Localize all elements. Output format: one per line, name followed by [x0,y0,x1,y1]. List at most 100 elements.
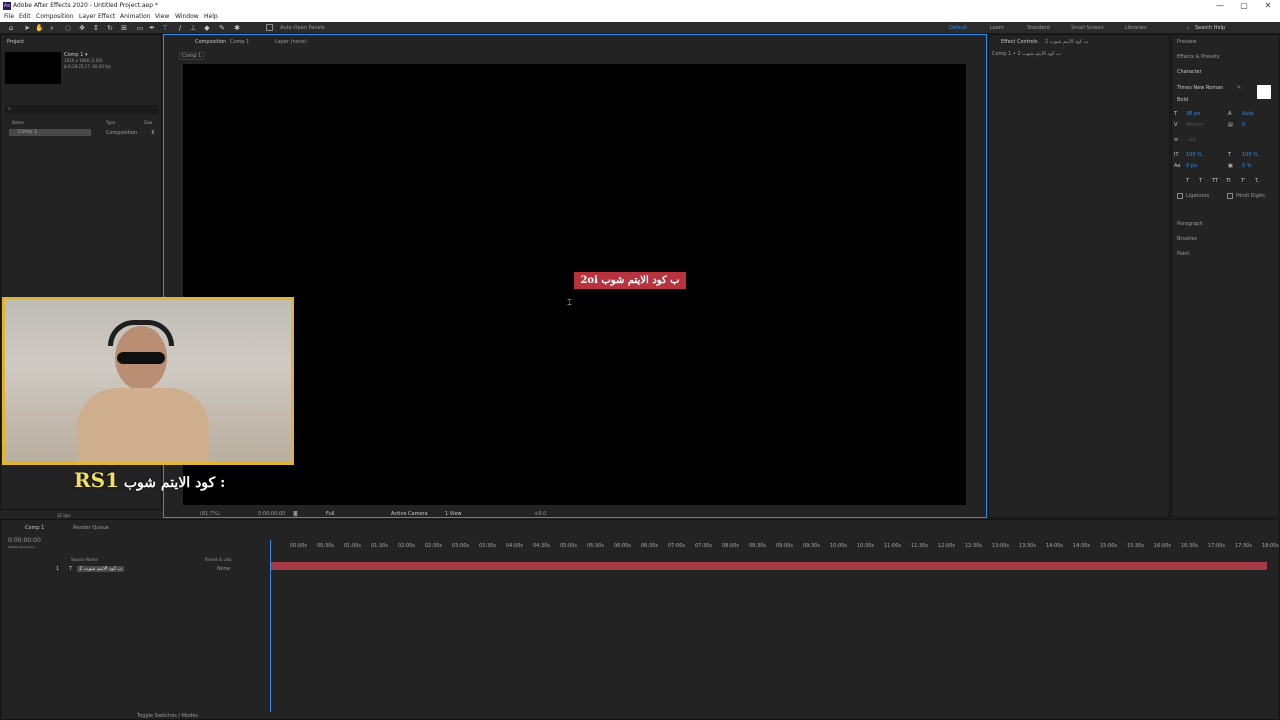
fill-color-swatch[interactable] [1257,85,1271,99]
timeline-tick: 14:00s [1046,543,1064,549]
menu-file[interactable]: File [4,12,14,22]
search-help-icon[interactable]: ⌕ [1187,24,1190,32]
hand-tool-icon[interactable]: ✋ [35,24,44,32]
comp-breadcrumb[interactable]: Comp 1 [179,52,205,60]
zoom-tool-icon[interactable]: ⌕ [48,24,56,32]
baseline-shift-value[interactable]: 0 px [1186,163,1197,169]
font-family-dropdown[interactable]: Times New Roman [1177,85,1223,91]
kerning-value[interactable]: Metrics [1186,122,1204,128]
subscript-button[interactable]: T, [1255,178,1260,184]
maximize-button[interactable]: ▢ [1234,0,1254,12]
snapshot-icon[interactable]: ◙ [293,511,298,517]
menu-layer[interactable]: Layer [79,12,96,22]
toggle-switches-modes[interactable]: Toggle Switches / Modes [137,713,198,719]
eraser-tool-icon[interactable]: ◆ [203,24,211,32]
column-name[interactable]: Name [12,120,24,125]
clone-stamp-icon[interactable]: ⊥ [189,24,197,32]
hindi-digits-checkbox[interactable] [1227,193,1233,199]
pen-tool-icon[interactable]: ✒ [148,24,156,32]
layer-name[interactable]: ب كود الايتم شوب 2 [77,566,125,572]
faux-italic-button[interactable]: T [1199,178,1202,184]
character-panel-header[interactable]: Character [1177,69,1202,75]
parent-dropdown[interactable]: None [217,566,230,572]
all-caps-button[interactable]: TT [1212,178,1218,184]
anchor-tool-icon[interactable]: ⊞ [120,24,128,32]
ligatures-checkbox[interactable] [1177,193,1183,199]
search-help-input[interactable]: Search Help [1195,24,1225,32]
kerning-icon: V [1174,122,1178,128]
column-size[interactable]: Size [144,120,152,125]
home-icon[interactable]: ⌂ [7,24,15,32]
workspace-standard[interactable]: Standard [1027,24,1050,32]
font-size-value[interactable]: 36 px [1186,111,1200,117]
tab-timeline-comp[interactable]: Comp 1 [25,525,44,531]
menu-view[interactable]: View [155,12,169,22]
workspace-learn[interactable]: Learn [990,24,1004,32]
bpc-label[interactable]: 32 bpc [57,513,71,518]
paragraph-panel-header[interactable]: Paragraph [1177,221,1203,227]
resolution-dropdown[interactable]: Full [326,511,335,517]
type-tool-icon[interactable]: T [161,24,169,32]
menu-composition[interactable]: Composition [36,12,73,22]
stroke-width-value[interactable]: - px [1186,137,1196,143]
tsume-value[interactable]: 0 % [1242,163,1252,169]
timeline-current-time[interactable]: 0:00:00:00 [8,537,41,544]
orbit-tool-icon[interactable]: ◌ [64,24,72,32]
superscript-button[interactable]: T' [1241,178,1245,184]
column-parent-link[interactable]: Parent & Link [205,557,232,562]
faux-bold-button[interactable]: T [1186,178,1189,184]
layer-duration-bar[interactable] [270,562,1267,570]
tab-composition[interactable]: Composition [195,39,226,45]
small-caps-button[interactable]: Tt [1226,178,1231,184]
playhead[interactable] [270,540,271,712]
menu-window[interactable]: Window [175,12,199,22]
timeline-tick: 14:30s [1073,543,1091,549]
column-source-name[interactable]: Source Name [71,557,98,562]
selection-tool-icon[interactable]: ➤ [23,24,31,32]
tab-render-queue[interactable]: Render Queue [73,525,109,531]
tab-layer[interactable]: Layer (none) [275,39,307,45]
menu-animation[interactable]: Animation [120,12,151,22]
roto-brush-icon[interactable]: ✎ [218,24,226,32]
column-type[interactable]: Type [106,120,115,125]
tab-project[interactable]: Project [7,39,24,45]
close-button[interactable]: ✕ [1258,0,1278,12]
vertical-scale-value[interactable]: 100 % [1186,152,1202,158]
menu-help[interactable]: Help [204,12,218,22]
headset-icon [108,320,174,346]
camera-dropdown[interactable]: Active Camera [391,511,428,517]
project-search-input[interactable]: ⌕ [5,105,159,114]
tab-effect-controls[interactable]: Effect Controls [1001,39,1038,45]
brush-tool-icon[interactable]: / [176,24,184,32]
minimize-button[interactable]: — [1210,0,1230,12]
brushes-panel-header[interactable]: Brushes [1177,236,1197,242]
preview-panel-header[interactable]: Preview [1177,39,1196,45]
pan-tool-icon[interactable]: ✥ [78,24,86,32]
menu-effect[interactable]: Effect [98,12,115,22]
workspace-libraries[interactable]: Libraries [1125,24,1147,32]
shape-tool-icon[interactable]: ▭ [136,24,144,32]
auto-open-checkbox[interactable] [266,24,273,31]
workspace-small-screen[interactable]: Small Screen [1071,24,1104,32]
workspace-default[interactable]: Default [949,24,967,32]
text-layer[interactable]: ب كود الايتم شوب 2oi [574,272,686,289]
effects-presets-panel-header[interactable]: Effects & Presets [1177,54,1219,60]
tracking-value[interactable]: 0 [1242,122,1245,128]
flowchart-icon[interactable]: ⊼ [151,130,155,136]
zoom-dropdown[interactable]: (81.7%) [200,511,220,517]
project-row-comp-1[interactable]: Comp 1 [9,129,91,136]
eyedropper-icon[interactable]: ✎ [1237,85,1241,91]
menu-edit[interactable]: Edit [19,12,31,22]
horizontal-scale-value[interactable]: 100 % [1242,152,1258,158]
paint-panel-header[interactable]: Paint [1177,251,1189,257]
view-layout-dropdown[interactable]: 1 View [445,511,462,517]
leading-value[interactable]: Auto [1242,111,1254,117]
puppet-pin-icon[interactable]: ✱ [233,24,241,32]
exposure-value[interactable]: +0.0 [534,511,546,517]
current-time-readout[interactable]: 0:00:00:00 [258,511,285,517]
font-style-dropdown[interactable]: Bold [1177,97,1188,103]
dolly-tool-icon[interactable]: ↕ [92,24,100,32]
tab-composition-name[interactable]: Comp 1 [230,39,249,45]
rotate-tool-icon[interactable]: ↻ [106,24,114,32]
font-size-icon: T [1174,111,1178,117]
